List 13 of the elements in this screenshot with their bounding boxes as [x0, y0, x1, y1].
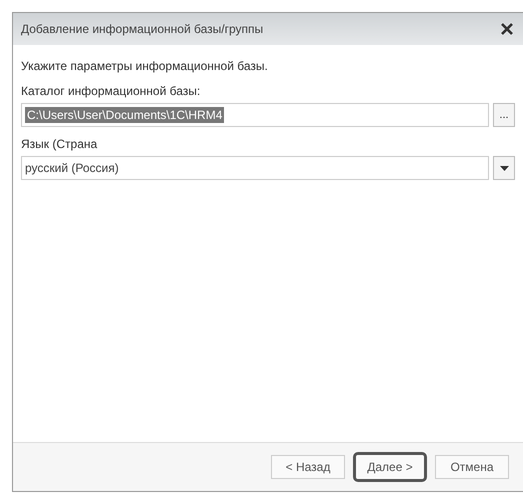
wizard-button[interactable]: Далее > — [353, 452, 427, 482]
instruction-text: Укажите параметры информационной базы. — [21, 59, 269, 73]
window-title: Добавление информационной базы/группы — [21, 22, 264, 36]
catalog-field[interactable]: C:\Users\User\Documents\1C\HRM4 — [21, 103, 489, 127]
language-dropdown[interactable]: русский (Россия) — [21, 156, 489, 180]
wizard-button[interactable]: Отмена — [435, 455, 509, 479]
field-label: Язык (Страна — [21, 137, 98, 151]
close-icon[interactable] — [501, 23, 513, 35]
caret-icon — [500, 166, 508, 170]
field-label: Каталог информационной базы: — [21, 84, 202, 98]
dropdown-button[interactable] — [493, 156, 515, 180]
browse-button[interactable]: ... — [493, 103, 515, 127]
wizard-button[interactable]: < Назад — [271, 455, 345, 479]
